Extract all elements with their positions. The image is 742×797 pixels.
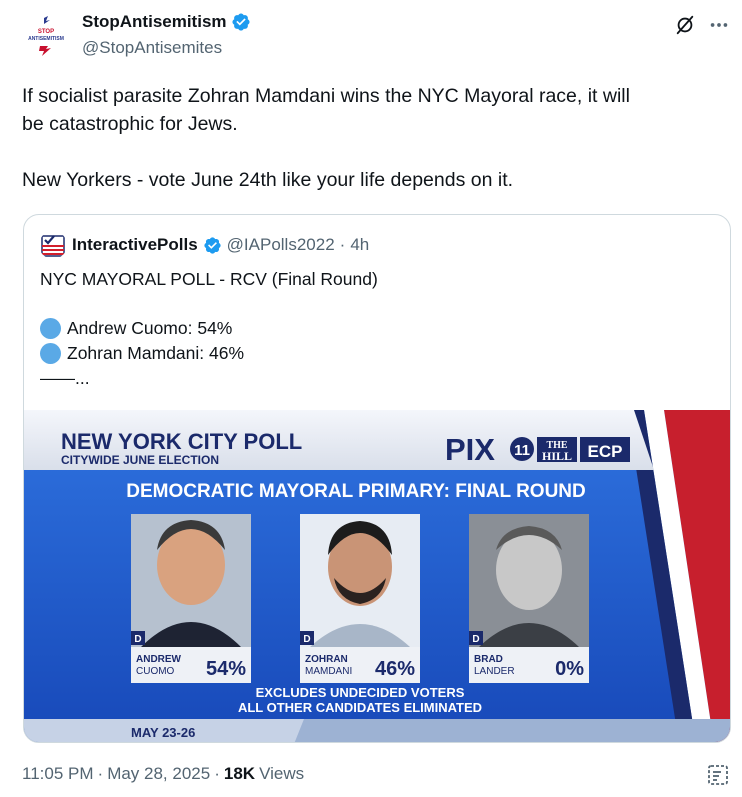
- tweet-text-line: New Yorkers - vote June 24th like your l…: [22, 169, 514, 191]
- quoted-author-name[interactable]: InteractivePolls: [72, 235, 198, 255]
- avatar-logo-text-bottom: ANTISEMITISM: [28, 36, 64, 42]
- views-label: Views: [259, 764, 305, 783]
- footer-separator: ·: [97, 764, 104, 783]
- candidate-last-name: LANDER: [474, 666, 515, 677]
- quoted-tweet-text: NYC MAYORAL POLL - RCV (Final Round) And…: [40, 267, 720, 391]
- avatar-logo-text-top: STOP: [38, 29, 54, 35]
- pix-logo-number: 11: [514, 442, 530, 459]
- candidate-card: D ANDREW CUOMO 54%: [131, 514, 251, 683]
- footer-separator: ·: [214, 764, 220, 783]
- poll-note: ALL OTHER CANDIDATES ELIMINATED: [238, 700, 482, 715]
- tweet-text-line: If socialist parasite Zohran Mamdani win…: [22, 85, 630, 107]
- tweet-footer: 11:05 PM · May 28, 2025 · 18K Views: [22, 764, 304, 784]
- candidate-card: D ZOHRAN MAMDANI 46%: [300, 514, 420, 683]
- candidate-first-name: ANDREW: [136, 654, 182, 665]
- party-label: D: [303, 634, 310, 645]
- view-analytics-icon[interactable]: [706, 763, 730, 787]
- party-label: D: [134, 634, 141, 645]
- author-handle[interactable]: @StopAntisemites: [82, 38, 222, 58]
- quoted-trailer: ——...: [40, 368, 90, 388]
- tweet-time[interactable]: 11:05 PM: [22, 764, 94, 784]
- candidate-pct: 46%: [375, 658, 415, 680]
- quoted-author-handle[interactable]: @IAPolls2022: [227, 235, 335, 255]
- verified-badge-icon: [204, 236, 221, 254]
- quoted-poll-item: Andrew Cuomo: 54%: [67, 318, 233, 338]
- pix-logo-text: PIX: [445, 432, 495, 467]
- quoted-header-separator: ·: [339, 235, 346, 254]
- tweet-text-line: be catastrophic for Jews.: [22, 113, 238, 135]
- tweet-text: If socialist parasite Zohran Mamdani win…: [22, 82, 722, 194]
- tweet: STOP ANTISEMITISM StopAntisemitism @Stop…: [0, 0, 742, 797]
- candidate-pct: 0%: [555, 658, 584, 680]
- blue-circle-icon: [40, 318, 61, 339]
- blue-circle-icon: [40, 343, 61, 364]
- quoted-tweet-header: InteractivePolls @IAPolls2022 · 4h: [39, 231, 369, 259]
- poll-headline: NEW YORK CITY POLL: [61, 429, 302, 454]
- hill-logo-line2: HILL: [542, 449, 572, 463]
- candidate-first-name: BRAD: [474, 654, 503, 665]
- poll-dates: MAY 23-26: [131, 725, 195, 740]
- verified-badge-icon: [231, 13, 250, 31]
- poll-graphic-image[interactable]: NEW YORK CITY POLL CITYWIDE JUNE ELECTIO…: [24, 410, 730, 742]
- quoted-author-avatar[interactable]: [39, 231, 67, 259]
- author-name-row: StopAntisemitism: [82, 12, 251, 32]
- author-avatar[interactable]: STOP ANTISEMITISM: [22, 12, 70, 60]
- candidate-card: D BRAD LANDER 0%: [469, 514, 589, 683]
- quoted-tweet-time[interactable]: 4h: [350, 235, 369, 255]
- ecp-logo-text: ECP: [588, 442, 623, 461]
- grok-icon[interactable]: [674, 14, 696, 36]
- quoted-tweet[interactable]: InteractivePolls @IAPolls2022 · 4h NYC M…: [23, 214, 731, 743]
- tweet-date[interactable]: May 28, 2025: [107, 764, 210, 784]
- party-label: D: [472, 634, 479, 645]
- views-count[interactable]: 18K: [224, 764, 255, 784]
- poll-banner: DEMOCRATIC MAYORAL PRIMARY: FINAL ROUND: [126, 481, 586, 502]
- poll-subhead: CITYWIDE JUNE ELECTION: [61, 453, 219, 467]
- candidate-last-name: CUOMO: [136, 666, 175, 677]
- more-options-icon[interactable]: [708, 14, 730, 36]
- quoted-title: NYC MAYORAL POLL - RCV (Final Round): [40, 269, 378, 289]
- quoted-poll-item: Zohran Mamdani: 46%: [67, 343, 245, 363]
- poll-note: EXCLUDES UNDECIDED VOTERS: [256, 685, 465, 700]
- candidate-pct: 54%: [206, 658, 246, 680]
- author-display-name[interactable]: StopAntisemitism: [82, 12, 227, 32]
- candidate-first-name: ZOHRAN: [305, 654, 348, 665]
- candidate-last-name: MAMDANI: [305, 666, 352, 677]
